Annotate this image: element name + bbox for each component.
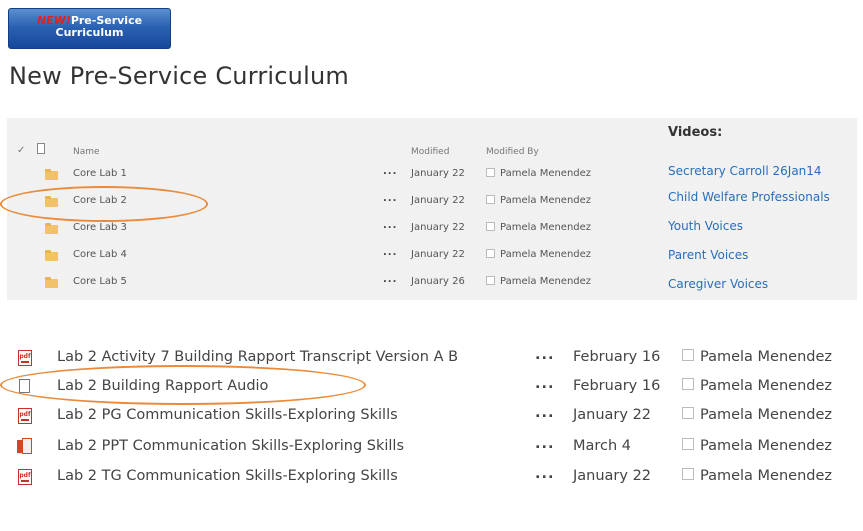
folder-name[interactable]: Core Lab 4: [73, 249, 127, 260]
modified-by-name[interactable]: Pamela Menendez: [700, 378, 832, 394]
more-options-button[interactable]: ...: [383, 166, 397, 177]
modified-date: January 22: [573, 407, 652, 423]
file-name[interactable]: Lab 2 Activity 7 Building Rapport Transc…: [57, 349, 458, 365]
more-options-button[interactable]: ...: [383, 220, 397, 231]
file-name[interactable]: Lab 2 PG Communication Skills-Exploring …: [57, 407, 398, 423]
modified-by-name[interactable]: Pamela Menendez: [500, 276, 591, 287]
banner-line2: Curriculum: [55, 26, 124, 39]
folder-name[interactable]: Core Lab 3: [73, 222, 127, 233]
presence-icon: [486, 168, 495, 177]
list-item[interactable]: pdf Lab 2 TG Communication Skills-Explor…: [0, 462, 863, 492]
video-link[interactable]: Child Welfare Professionals: [668, 190, 830, 204]
folder-icon: [45, 250, 58, 261]
modified-by-name[interactable]: Pamela Menendez: [700, 438, 832, 454]
list-item[interactable]: Core Lab 4 ... January 22 Pamela Menende…: [7, 245, 617, 267]
modified-by: Pamela Menendez: [682, 438, 832, 454]
more-options-button[interactable]: ...: [535, 347, 555, 363]
video-link[interactable]: Secretary Carroll 26Jan14: [668, 164, 822, 178]
presence-icon: [486, 249, 495, 258]
modified-date: February 16: [573, 349, 661, 365]
page-title: New Pre-Service Curriculum: [9, 62, 349, 90]
column-header-modified[interactable]: Modified: [411, 147, 449, 157]
modified-date: January 22: [411, 168, 465, 179]
modified-by: Pamela Menendez: [682, 468, 832, 484]
highlight-ellipse-building-rapport-audio: [0, 365, 366, 405]
pdf-icon: pdf: [18, 469, 32, 485]
modified-by: Pamela Menendez: [486, 222, 591, 233]
more-options-button[interactable]: ...: [383, 247, 397, 258]
column-header-name[interactable]: Name: [73, 147, 100, 157]
modified-date: January 22: [411, 249, 465, 260]
modified-by-name[interactable]: Pamela Menendez: [500, 249, 591, 260]
modified-date: January 22: [411, 195, 465, 206]
more-options-button[interactable]: ...: [535, 405, 555, 421]
file-type-icon: [37, 143, 45, 154]
modified-by: Pamela Menendez: [486, 168, 591, 179]
videos-heading: Videos:: [668, 125, 723, 140]
modified-by: Pamela Menendez: [682, 378, 832, 394]
list-item[interactable]: Lab 2 PPT Communication Skills-Exploring…: [0, 432, 863, 462]
presence-icon: [682, 407, 694, 419]
presence-icon: [682, 468, 694, 480]
column-header-modified-by[interactable]: Modified By: [486, 147, 539, 157]
presence-icon: [682, 349, 694, 361]
modified-date: February 16: [573, 378, 661, 394]
modified-date: March 4: [573, 438, 632, 454]
folder-name[interactable]: Core Lab 5: [73, 276, 127, 287]
pdf-icon-label: pdf: [19, 411, 31, 418]
pre-service-curriculum-banner[interactable]: NEW!Pre-Service Curriculum: [8, 8, 171, 49]
presence-icon: [486, 195, 495, 204]
folder-icon: [45, 277, 58, 288]
pdf-icon: pdf: [18, 408, 32, 424]
select-all-checkmark-icon[interactable]: ✓: [17, 145, 25, 156]
modified-by: Pamela Menendez: [682, 349, 832, 365]
pdf-icon-label: pdf: [19, 353, 31, 360]
modified-by: Pamela Menendez: [486, 276, 591, 287]
modified-by-name[interactable]: Pamela Menendez: [700, 407, 832, 423]
modified-by-name[interactable]: Pamela Menendez: [700, 468, 832, 484]
modified-date: January 22: [573, 468, 652, 484]
presence-icon: [486, 222, 495, 231]
modified-by: Pamela Menendez: [682, 407, 832, 423]
presence-icon: [682, 378, 694, 390]
file-name[interactable]: Lab 2 TG Communication Skills-Exploring …: [57, 468, 398, 484]
modified-by-name[interactable]: Pamela Menendez: [500, 195, 591, 206]
file-name[interactable]: Lab 2 PPT Communication Skills-Exploring…: [57, 438, 404, 454]
pdf-icon-label: pdf: [19, 472, 31, 479]
presence-icon: [486, 276, 495, 285]
list-item[interactable]: pdf Lab 2 PG Communication Skills-Explor…: [0, 401, 863, 431]
more-options-button[interactable]: ...: [535, 436, 555, 452]
more-options-button[interactable]: ...: [383, 274, 397, 285]
pdf-icon: pdf: [18, 350, 32, 366]
modified-by-name[interactable]: Pamela Menendez: [500, 222, 591, 233]
folder-icon: [45, 223, 58, 234]
modified-by: Pamela Menendez: [486, 249, 591, 260]
modified-date: January 22: [411, 222, 465, 233]
highlight-ellipse-core-lab-2: [0, 186, 208, 222]
list-item[interactable]: Core Lab 1 ... January 22 Pamela Menende…: [7, 164, 617, 186]
more-options-button[interactable]: ...: [535, 376, 555, 392]
modified-by: Pamela Menendez: [486, 195, 591, 206]
folder-icon: [45, 169, 58, 180]
video-link[interactable]: Youth Voices: [668, 219, 743, 233]
powerpoint-icon: [17, 438, 32, 455]
video-link[interactable]: Parent Voices: [668, 248, 748, 262]
more-options-button[interactable]: ...: [383, 193, 397, 204]
presence-icon: [682, 438, 694, 450]
modified-date: January 26: [411, 276, 465, 287]
more-options-button[interactable]: ...: [535, 466, 555, 482]
modified-by-name[interactable]: Pamela Menendez: [500, 168, 591, 179]
folder-name[interactable]: Core Lab 1: [73, 168, 127, 179]
list-item[interactable]: Core Lab 5 ... January 26 Pamela Menende…: [7, 272, 617, 294]
modified-by-name[interactable]: Pamela Menendez: [700, 349, 832, 365]
video-link[interactable]: Caregiver Voices: [668, 277, 768, 291]
